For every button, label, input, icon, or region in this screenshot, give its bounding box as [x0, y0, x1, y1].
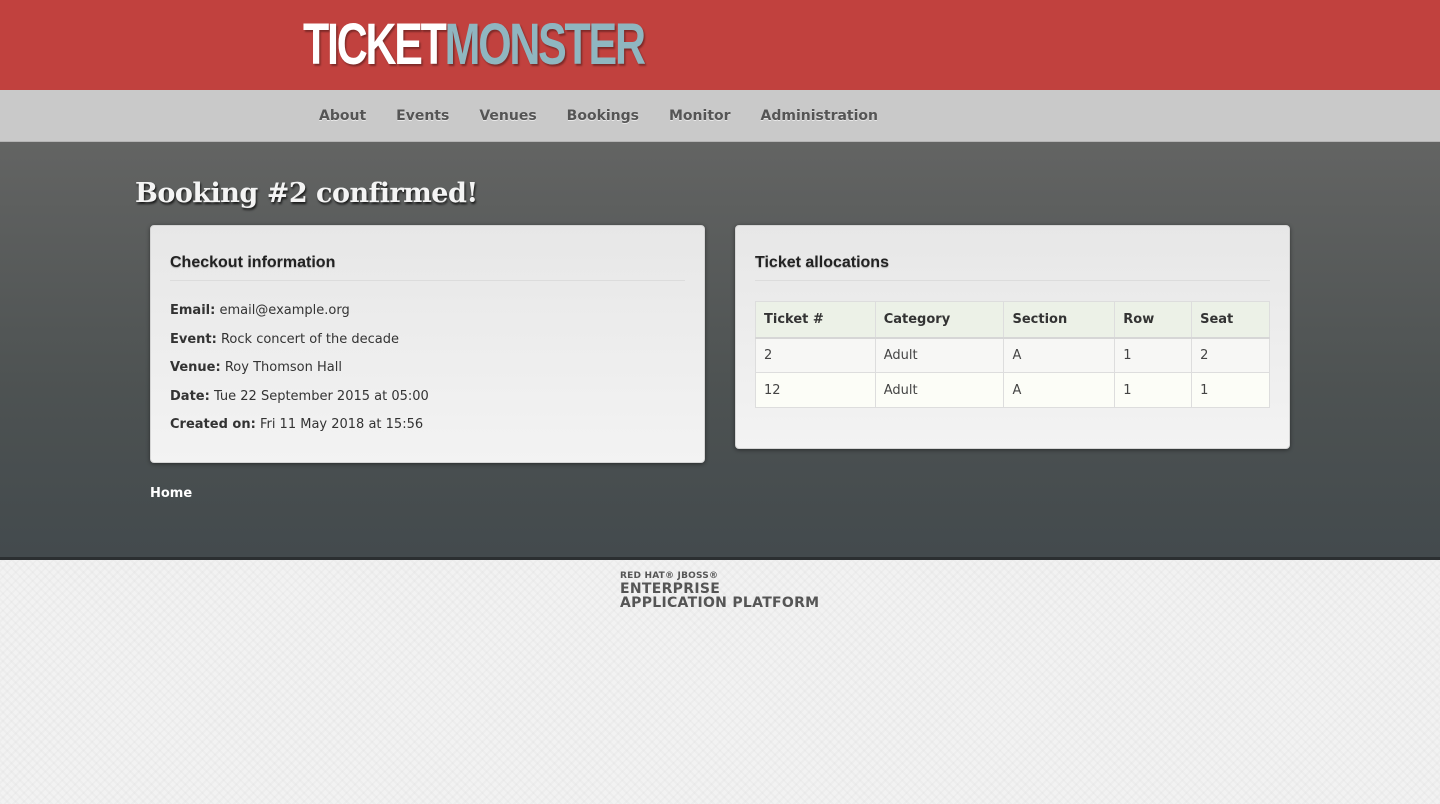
- footer-logo-line3: APPLICATION PLATFORM: [620, 595, 820, 611]
- ticketmonster-logo[interactable]: TICKETMONSTER: [303, 12, 646, 77]
- column-header-seat: Seat: [1191, 301, 1270, 339]
- checkout-info-list: Email: email@example.org Event: Rock con…: [170, 302, 685, 445]
- site-header: TICKETMONSTER: [0, 0, 1440, 90]
- column-header-row: Row: [1114, 301, 1193, 339]
- ticket-allocations-table: Ticket # Category Section Row Seat 2 Adu…: [755, 301, 1270, 408]
- table-header-row: Ticket # Category Section Row Seat: [755, 301, 1270, 339]
- info-row-venue: Venue: Roy Thomson Hall: [170, 359, 685, 388]
- info-value: Tue 22 September 2015 at 05:00: [213, 388, 429, 404]
- home-link[interactable]: Home: [150, 486, 192, 501]
- info-value: Rock concert of the decade: [220, 331, 399, 347]
- info-row-date: Date: Tue 22 September 2015 at 05:00: [170, 388, 685, 417]
- nav-list: About Events Venues Bookings Monitor Adm…: [304, 90, 893, 142]
- info-label: Created on:: [170, 417, 256, 432]
- info-value: email@example.org: [219, 303, 350, 318]
- nav-item-monitor[interactable]: Monitor: [654, 90, 746, 142]
- info-value: Roy Thomson Hall: [224, 360, 342, 375]
- table-cell: Adult: [874, 337, 1005, 373]
- logo-text-ticket: TICKET: [303, 12, 447, 77]
- column-header-ticket: Ticket #: [755, 301, 876, 339]
- table-cell: 2: [755, 337, 876, 373]
- table-row: 2 Adult A 1 2: [755, 337, 1270, 373]
- nav-item-administration[interactable]: Administration: [746, 90, 893, 142]
- nav-item-about[interactable]: About: [304, 90, 381, 142]
- nav-item-venues[interactable]: Venues: [464, 90, 551, 142]
- info-label: Date:: [170, 388, 210, 404]
- info-row-event: Event: Rock concert of the decade: [170, 331, 685, 360]
- info-label: Event:: [170, 331, 217, 347]
- column-header-section: Section: [1003, 301, 1116, 339]
- ticket-allocations-panel: Ticket allocations Ticket # Category Sec…: [735, 225, 1290, 449]
- page-title: Booking #2 confirmed!: [135, 178, 478, 209]
- main-nav: About Events Venues Bookings Monitor Adm…: [0, 90, 1440, 142]
- table-cell: A: [1003, 372, 1116, 408]
- logo-text-monster: MONSTER: [444, 12, 646, 77]
- table-cell: 1: [1191, 372, 1270, 408]
- nav-item-bookings[interactable]: Bookings: [552, 90, 654, 142]
- table-cell: A: [1003, 337, 1116, 373]
- info-row-email: Email: email@example.org: [170, 302, 685, 331]
- table-cell: 1: [1114, 372, 1193, 408]
- checkout-info-panel: Checkout information Email: email@exampl…: [150, 225, 705, 463]
- table-cell: 1: [1114, 337, 1193, 373]
- table-cell: Adult: [874, 372, 1005, 408]
- footer-logo-line1: RED HAT® JBOSS®: [620, 571, 719, 581]
- info-value: Fri 11 May 2018 at 15:56: [259, 417, 424, 432]
- ticket-allocations-title: Ticket allocations: [755, 254, 1270, 281]
- column-header-category: Category: [874, 301, 1005, 339]
- jboss-eap-logo: RED HAT® JBOSS® ENTERPRISE APPLICATION P…: [620, 571, 820, 611]
- table-row: 12 Adult A 1 1: [755, 372, 1270, 408]
- nav-item-events[interactable]: Events: [381, 90, 464, 142]
- footer-logo-line2: ENTERPRISE: [620, 581, 721, 597]
- main-content: Booking #2 confirmed! Checkout informati…: [0, 142, 1440, 560]
- table-cell: 12: [755, 372, 876, 408]
- table-cell: 2: [1191, 337, 1270, 373]
- checkout-info-title: Checkout information: [170, 254, 685, 281]
- info-label: Email:: [170, 303, 216, 318]
- info-label: Venue:: [170, 360, 221, 375]
- info-row-created-on: Created on: Fri 11 May 2018 at 15:56: [170, 416, 685, 445]
